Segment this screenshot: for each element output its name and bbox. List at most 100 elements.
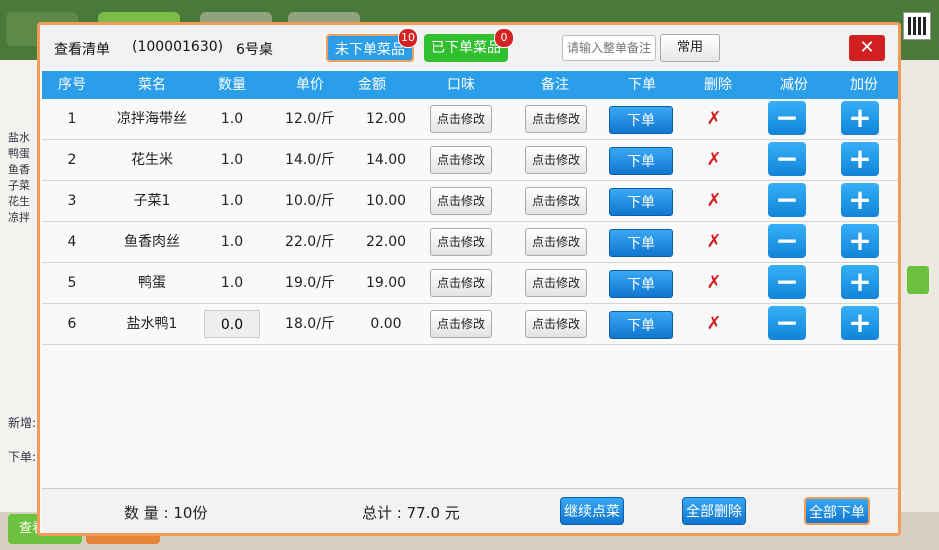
order-item-button[interactable]: 下单 <box>609 229 673 257</box>
row-dish-name: 盐水鸭1 <box>126 316 178 332</box>
row-price: 10.0/斤 <box>285 193 335 209</box>
row-no: 2 <box>67 152 77 168</box>
order-all-button[interactable]: 全部下单 <box>804 497 870 525</box>
minus-icon: − <box>775 265 799 298</box>
close-button[interactable]: ✕ <box>849 35 885 61</box>
header-no: 序号 <box>58 77 86 93</box>
edit-note-button[interactable]: 点击修改 <box>525 228 587 256</box>
order-item-button[interactable]: 下单 <box>609 188 673 216</box>
order-item-button[interactable]: 下单 <box>609 270 673 298</box>
edit-taste-button[interactable]: 点击修改 <box>430 105 492 133</box>
row-price: 14.0/斤 <box>285 152 335 168</box>
decrease-button[interactable]: − <box>768 183 806 217</box>
plus-icon: + <box>848 183 872 216</box>
edit-taste-button[interactable]: 点击修改 <box>430 310 492 338</box>
delete-icon[interactable]: ✗ <box>704 304 724 344</box>
row-dish-name: 凉拌海带丝 <box>117 111 187 127</box>
background-list-item: 鱼香 <box>8 163 30 176</box>
background-list-item: 子菜 <box>8 179 30 192</box>
row-amount: 12.00 <box>365 111 407 127</box>
order-item-button[interactable]: 下单 <box>609 106 673 134</box>
ordered-count-badge: 0 <box>494 28 514 48</box>
common-notes-button[interactable]: 常用 <box>660 34 720 62</box>
close-icon: ✕ <box>859 37 875 58</box>
row-price: 18.0/斤 <box>285 316 335 332</box>
row-amount: 10.00 <box>365 193 407 209</box>
increase-button[interactable]: + <box>841 224 879 258</box>
increase-button[interactable]: + <box>841 183 879 217</box>
decrease-button[interactable]: − <box>768 142 806 176</box>
order-item-button[interactable]: 下单 <box>609 311 673 339</box>
background-label-order: 下单: <box>8 450 37 464</box>
header-delete: 删除 <box>704 77 732 93</box>
edit-taste-button[interactable]: 点击修改 <box>430 228 492 256</box>
order-note-input[interactable] <box>562 35 656 61</box>
increase-button[interactable]: + <box>841 142 879 176</box>
row-qty: 1.0 <box>220 234 244 250</box>
decrease-button[interactable]: − <box>768 101 806 135</box>
continue-ordering-button[interactable]: 继续点菜 <box>560 497 624 525</box>
background-list-item: 盐水 <box>8 131 30 144</box>
row-qty-input[interactable]: 0.0 <box>204 310 260 338</box>
row-qty: 1.0 <box>220 275 244 291</box>
tab-ordered-label: 已下单菜品 <box>431 40 501 56</box>
edit-note-button[interactable]: 点击修改 <box>525 146 587 174</box>
decrease-button[interactable]: − <box>768 224 806 258</box>
delete-icon[interactable]: ✗ <box>704 140 724 180</box>
header-order: 下单 <box>628 77 656 93</box>
plus-icon: + <box>848 224 872 257</box>
row-dish-name: 子菜1 <box>133 193 171 209</box>
table-row: 2 花生米 1.0 14.0/斤 14.00 点击修改 点击修改 下单 ✗ − … <box>42 140 898 181</box>
plus-icon: + <box>848 142 872 175</box>
order-list-modal: 查看清单 (100001630) 6号桌 未下单菜品 10 已下单菜品 0 常用… <box>37 22 901 536</box>
row-no: 6 <box>67 316 77 332</box>
background-side-button[interactable] <box>907 266 929 294</box>
modal-title-bar: 查看清单 (100001630) 6号桌 未下单菜品 10 已下单菜品 0 常用… <box>40 25 898 69</box>
delete-icon[interactable]: ✗ <box>704 181 724 221</box>
edit-note-button[interactable]: 点击修改 <box>525 310 587 338</box>
decrease-button[interactable]: − <box>768 265 806 299</box>
row-dish-name: 鱼香肉丝 <box>124 234 180 250</box>
delete-icon[interactable]: ✗ <box>704 99 724 139</box>
increase-button[interactable]: + <box>841 306 879 340</box>
unordered-count-badge: 10 <box>398 28 418 48</box>
header-note: 备注 <box>541 77 569 93</box>
edit-taste-button[interactable]: 点击修改 <box>430 187 492 215</box>
delete-all-button[interactable]: 全部删除 <box>682 497 746 525</box>
header-amount: 金额 <box>358 77 386 93</box>
edit-note-button[interactable]: 点击修改 <box>525 187 587 215</box>
total-quantity: 数 量 : 10份 <box>124 504 208 522</box>
row-qty: 1.0 <box>220 193 244 209</box>
row-amount: 22.00 <box>365 234 407 250</box>
minus-icon: − <box>775 306 799 339</box>
decrease-button[interactable]: − <box>768 306 806 340</box>
minus-icon: − <box>775 142 799 175</box>
edit-taste-button[interactable]: 点击修改 <box>430 146 492 174</box>
edit-note-button[interactable]: 点击修改 <box>525 105 587 133</box>
modal-title: 查看清单 <box>54 42 110 58</box>
increase-button[interactable]: + <box>841 101 879 135</box>
header-taste: 口味 <box>447 77 475 93</box>
table-row: 4 鱼香肉丝 1.0 22.0/斤 22.00 点击修改 点击修改 下单 ✗ −… <box>42 222 898 263</box>
table-header: 序号 菜名 数量 单价 金额 口味 备注 下单 删除 减份 加份 <box>42 71 898 99</box>
row-no: 4 <box>67 234 77 250</box>
delete-icon[interactable]: ✗ <box>704 263 724 303</box>
row-price: 22.0/斤 <box>285 234 335 250</box>
edit-taste-button[interactable]: 点击修改 <box>430 269 492 297</box>
increase-button[interactable]: + <box>841 265 879 299</box>
row-qty: 1.0 <box>220 152 244 168</box>
order-id: (100001630) <box>132 39 224 55</box>
table-row: 1 凉拌海带丝 1.0 12.0/斤 12.00 点击修改 点击修改 下单 ✗ … <box>42 99 898 140</box>
header-increase: 加份 <box>850 77 878 93</box>
minus-icon: − <box>775 101 799 134</box>
qr-code-icon[interactable] <box>903 12 931 40</box>
row-no: 1 <box>67 111 77 127</box>
delete-icon[interactable]: ✗ <box>704 222 724 262</box>
header-decrease: 减份 <box>780 77 808 93</box>
minus-icon: − <box>775 224 799 257</box>
minus-icon: − <box>775 183 799 216</box>
edit-note-button[interactable]: 点击修改 <box>525 269 587 297</box>
total-amount: 总计 : 77.0 元 <box>362 504 460 522</box>
order-item-button[interactable]: 下单 <box>609 147 673 175</box>
background-list-item: 凉拌 <box>8 211 30 224</box>
